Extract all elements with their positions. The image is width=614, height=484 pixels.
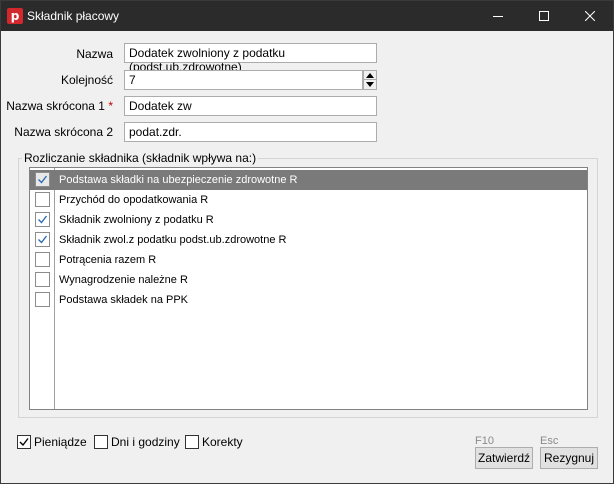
minimize-button[interactable] [475,1,521,31]
pieniadze-label: Pieniądze [34,435,87,449]
close-icon [585,11,595,21]
list-item[interactable]: Składnik zwolniony z podatku R [30,210,587,230]
minimize-icon [493,16,503,17]
list-item[interactable]: Podstawa składek na PPK [30,290,587,310]
kolejnosc-spinner[interactable] [363,70,377,90]
rozliczanie-group-title: Rozliczanie składnika (składnik wpływa n… [22,151,259,165]
list-item[interactable]: Składnik zwol.z podatku podst.ub.zdrowot… [30,230,587,250]
list-item-checkbox[interactable] [35,252,50,267]
list-item[interactable]: Potrącenia razem R [30,250,587,270]
list-item-checkbox[interactable] [35,212,50,227]
list-item-label: Potrącenia razem R [59,254,157,266]
pieniadze-checkbox[interactable]: Pieniądze [17,435,87,451]
checkmark-icon [38,175,48,184]
list-item-checkbox[interactable] [35,272,50,287]
list-item-label: Przychód do opodatkowania R [59,194,209,206]
list-item-checkbox[interactable] [35,172,50,187]
list-item-label: Składnik zwolniony z podatku R [59,214,214,226]
spin-up-icon [366,73,374,78]
dni-godziny-label: Dni i godziny [111,435,180,449]
nazwa-input[interactable]: Dodatek zwolniony z podatku (podst.ub.zd… [124,43,377,74]
required-marker: * [108,99,113,113]
checkmark-icon [38,215,48,224]
list-item[interactable]: Przychód do opodatkowania R [30,190,587,210]
app-logo-icon: p [7,8,23,24]
skrocona2-label: Nazwa skrócona 2 [14,125,113,139]
korekty-label: Korekty [202,435,243,449]
skrocona1-label: Nazwa skrócona 1 * [5,99,113,113]
skrocona2-input[interactable]: podat.zdr. [124,122,377,142]
title-bar[interactable]: p Składnik płacowy [1,1,613,31]
checkmark-icon [19,438,29,447]
korekty-checkbox-box[interactable] [185,435,199,449]
list-item-checkbox[interactable] [35,232,50,247]
rozliczanie-list[interactable]: Podstawa składki na ubezpieczenie zdrowo… [29,167,588,410]
korekty-checkbox[interactable]: Korekty [185,435,245,451]
list-item[interactable]: Podstawa składki na ubezpieczenie zdrowo… [30,170,587,190]
list-item-checkbox[interactable] [35,292,50,307]
window-title: Składnik płacowy [27,9,120,23]
spin-down-icon [366,82,374,87]
skrocona1-input[interactable]: Dodatek zw [124,96,377,116]
list-item-label: Podstawa składek na PPK [59,294,189,306]
checkmark-icon [38,235,48,244]
kolejnosc-input[interactable]: 7 [124,70,363,90]
list-item-label: Wynagrodzenie należne R [59,274,188,286]
confirm-shortcut-hint: F10 [475,435,494,447]
list-item-label: Podstawa składki na ubezpieczenie zdrowo… [59,174,298,186]
cancel-shortcut-hint: Esc [540,435,559,447]
pieniadze-checkbox-box[interactable] [17,435,31,449]
maximize-icon [539,11,549,21]
dni-godziny-checkbox[interactable]: Dni i godziny [94,435,180,451]
dni-godziny-checkbox-box[interactable] [94,435,108,449]
list-item-checkbox[interactable] [35,192,50,207]
list-item-label: Składnik zwol.z podatku podst.ub.zdrowot… [59,234,287,246]
kolejnosc-label: Kolejność [60,73,113,87]
confirm-button[interactable]: Zatwierdź [475,447,533,469]
maximize-button[interactable] [521,1,567,31]
list-item[interactable]: Wynagrodzenie należne R [30,270,587,290]
dialog-window: p Składnik płacowy Nazwa Dodatek zwolnio… [0,0,614,484]
close-button[interactable] [567,1,613,31]
spin-down-button[interactable] [364,80,376,89]
skrocona1-label-text: Nazwa skrócona 1 [6,99,105,113]
spin-up-button[interactable] [364,71,376,80]
cancel-button[interactable]: Rezygnuj [540,447,598,469]
app-logo-glyph: p [10,9,20,23]
nazwa-label: Nazwa [76,47,113,61]
